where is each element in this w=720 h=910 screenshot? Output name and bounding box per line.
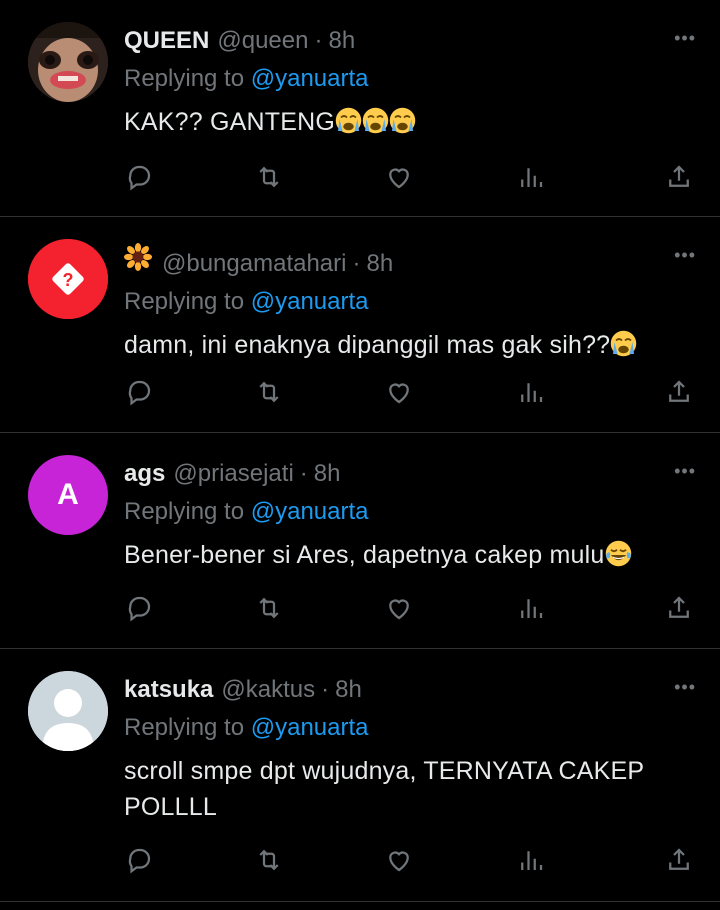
timestamp[interactable]: 8h [366,249,393,279]
tweet-content: katsuka @kaktus · 8h ••• Replying to @ya… [124,675,696,825]
display-name[interactable]: ags [124,459,165,489]
replying-label: Replying to [124,498,245,525]
tweet-actions [124,162,696,192]
tweet-content: QUEEN @queen · 8h ••• Replying to @yanua… [124,26,696,140]
avatar-letter: A [57,478,79,511]
tweet-text: KAK?? GANTENG [124,104,696,140]
avatar[interactable]: ? [28,239,108,319]
views-icon[interactable] [516,162,546,192]
replying-to: Replying to @yanuarta [124,285,696,319]
share-icon[interactable] [664,593,694,623]
like-icon[interactable] [384,162,414,192]
like-icon[interactable] [384,845,414,875]
tweet-text: scroll smpe dpt wujudnya, TERNYATA CAKEP… [124,757,644,821]
reply-tweet[interactable]: A ags @priasejati · 8h ••• Replying to @… [0,433,720,649]
user-handle[interactable]: @priasejati [173,459,293,489]
more-icon[interactable]: ••• [674,28,696,49]
tweet-content: @bungamatahari · 8h ••• Replying to @yan… [124,243,696,363]
user-handle[interactable]: @kaktus [221,675,315,705]
avatar[interactable] [28,22,108,102]
timestamp[interactable]: 8h [314,459,341,489]
more-icon[interactable]: ••• [674,677,696,698]
default-avatar-icon [28,671,108,751]
replying-to: Replying to @yanuarta [124,495,696,529]
retweet-icon[interactable] [254,162,284,192]
share-icon[interactable] [664,162,694,192]
separator-dot: · [321,676,330,703]
separator-dot: · [314,27,323,54]
crying-face-emoji [335,107,362,134]
views-icon[interactable] [516,845,546,875]
tweet-header: QUEEN @queen · 8h [124,26,696,56]
mention-link[interactable]: @yanuarta [251,714,369,741]
mention-link[interactable]: @yanuarta [251,498,369,525]
avatar[interactable] [28,671,108,751]
separator-dot: · [352,250,361,277]
tweet-text-body: KAK?? GANTENG [124,108,335,136]
more-icon[interactable]: ••• [674,461,696,482]
reply-tweet[interactable]: QUEEN @queen · 8h ••• Replying to @yanua… [0,0,720,217]
reply-icon[interactable] [124,162,154,192]
tweet-text-body: Bener-bener si Ares, dapetnya cakep mulu [124,541,605,569]
tweet-actions [124,845,696,875]
tweet-text: Bener-bener si Ares, dapetnya cakep mulu [124,537,696,573]
timestamp[interactable]: 8h [328,26,355,56]
tweet-text-body: damn, ini enaknya dipanggil mas gak sih?… [124,331,611,359]
tears-of-joy-emoji [605,540,632,567]
crying-face-emoji [362,107,389,134]
reply-icon[interactable] [124,845,154,875]
tweet-header: @bungamatahari · 8h [124,243,696,279]
reply-icon[interactable] [124,593,154,623]
separator-dot: · [299,460,308,487]
retweet-icon[interactable] [254,377,284,407]
retweet-icon[interactable] [254,845,284,875]
views-icon[interactable] [516,593,546,623]
crying-face-emoji [389,107,416,134]
replying-label: Replying to [124,65,245,92]
mention-link[interactable]: @yanuarta [251,288,369,315]
replying-label: Replying to [124,288,245,315]
reply-tweet[interactable]: katsuka @kaktus · 8h ••• Replying to @ya… [0,649,720,902]
replying-to: Replying to @yanuarta [124,62,696,96]
like-icon[interactable] [384,377,414,407]
svg-text:?: ? [63,270,74,290]
mention-link[interactable]: @yanuarta [251,65,369,92]
tweet-text: damn, ini enaknya dipanggil mas gak sih?… [124,327,696,363]
reply-icon[interactable] [124,377,154,407]
reply-feed: QUEEN @queen · 8h ••• Replying to @yanua… [0,0,720,902]
crying-face-emoji [610,330,637,357]
sunflower-icon [124,243,152,271]
retweet-icon[interactable] [254,593,284,623]
like-icon[interactable] [384,593,414,623]
display-name[interactable]: QUEEN [124,26,209,56]
reply-tweet[interactable]: ? @bungamatahari · 8h ••• Replying to @y… [0,217,720,433]
user-handle[interactable]: @bungamatahari [162,249,346,279]
replying-label: Replying to [124,714,245,741]
tweet-content: ags @priasejati · 8h ••• Replying to @ya… [124,459,696,573]
share-icon[interactable] [664,377,694,407]
avatar[interactable]: A [28,455,108,535]
more-icon[interactable]: ••• [674,245,696,266]
display-name[interactable]: katsuka [124,675,213,705]
replying-to: Replying to @yanuarta [124,711,696,745]
unavailable-icon: ? [28,239,108,319]
tweet-actions [124,377,696,407]
views-icon[interactable] [516,377,546,407]
user-handle[interactable]: @queen [217,26,308,56]
tweet-actions [124,593,696,623]
tweet-header: ags @priasejati · 8h [124,459,696,489]
share-icon[interactable] [664,845,694,875]
tweet-header: katsuka @kaktus · 8h [124,675,696,705]
timestamp[interactable]: 8h [335,675,362,705]
